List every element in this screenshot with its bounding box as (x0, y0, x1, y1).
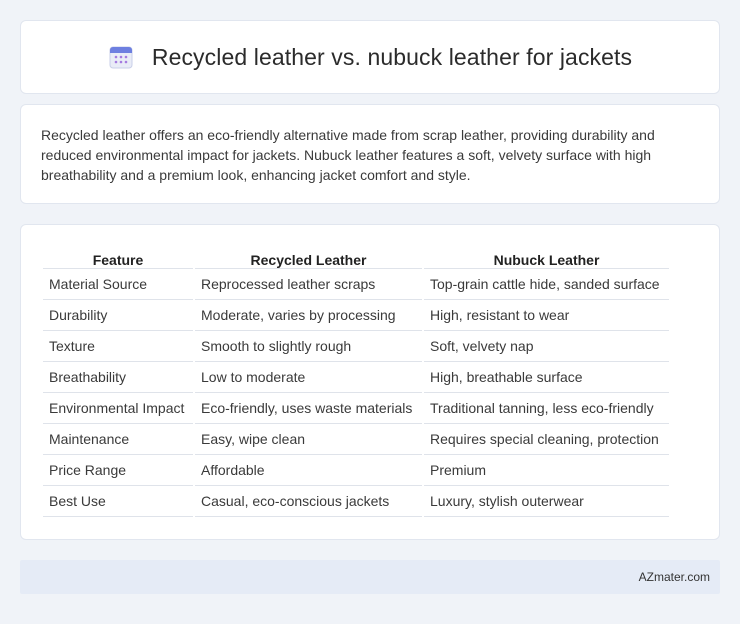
cell-nubuck: Requires special cleaning, protection (424, 424, 669, 455)
cell-feature: Best Use (43, 486, 193, 517)
header-card: Recycled leather vs. nubuck leather for … (20, 20, 720, 94)
table-row: Material Source Reprocessed leather scra… (43, 269, 669, 300)
intro-card: Recycled leather offers an eco-friendly … (20, 104, 720, 204)
comparison-table: Feature Recycled Leather Nubuck Leather … (41, 245, 671, 517)
column-header-feature: Feature (43, 245, 193, 269)
cell-nubuck: High, resistant to wear (424, 300, 669, 331)
cell-recycled: Smooth to slightly rough (195, 331, 422, 362)
table-row: Maintenance Easy, wipe clean Requires sp… (43, 424, 669, 455)
cell-feature: Breathability (43, 362, 193, 393)
cell-feature: Price Range (43, 455, 193, 486)
cell-nubuck: Luxury, stylish outerwear (424, 486, 669, 517)
column-header-nubuck: Nubuck Leather (424, 245, 669, 269)
cell-nubuck: Traditional tanning, less eco-friendly (424, 393, 669, 424)
intro-paragraph: Recycled leather offers an eco-friendly … (41, 127, 655, 183)
cell-feature: Material Source (43, 269, 193, 300)
cell-nubuck: Soft, velvety nap (424, 331, 669, 362)
cell-recycled: Affordable (195, 455, 422, 486)
table-row: Breathability Low to moderate High, brea… (43, 362, 669, 393)
column-header-recycled: Recycled Leather (195, 245, 422, 269)
cell-recycled: Casual, eco-conscious jackets (195, 486, 422, 517)
page-title: Recycled leather vs. nubuck leather for … (151, 43, 633, 70)
cell-nubuck: Top-grain cattle hide, sanded surface (424, 269, 669, 300)
table-row: Durability Moderate, varies by processin… (43, 300, 669, 331)
table-row: Environmental Impact Eco-friendly, uses … (43, 393, 669, 424)
table-header-row: Feature Recycled Leather Nubuck Leather (43, 245, 669, 269)
table-row: Texture Smooth to slightly rough Soft, v… (43, 331, 669, 362)
cell-recycled: Moderate, varies by processing (195, 300, 422, 331)
cell-nubuck: High, breathable surface (424, 362, 669, 393)
footer: AZmater.com (20, 560, 720, 594)
table-row: Price Range Affordable Premium (43, 455, 669, 486)
cell-feature: Texture (43, 331, 193, 362)
cell-recycled: Low to moderate (195, 362, 422, 393)
comparison-card: Feature Recycled Leather Nubuck Leather … (20, 224, 720, 540)
cell-nubuck: Premium (424, 455, 669, 486)
cell-feature: Durability (43, 300, 193, 331)
footer-site-link[interactable]: AZmater.com (639, 570, 710, 584)
cell-feature: Maintenance (43, 424, 193, 455)
cell-feature: Environmental Impact (43, 393, 193, 424)
cell-recycled: Easy, wipe clean (195, 424, 422, 455)
cell-recycled: Reprocessed leather scraps (195, 269, 422, 300)
calendar-icon (109, 46, 133, 69)
cell-recycled: Eco-friendly, uses waste materials (195, 393, 422, 424)
header: Recycled leather vs. nubuck leather for … (108, 44, 632, 71)
table-row: Best Use Casual, eco-conscious jackets L… (43, 486, 669, 517)
